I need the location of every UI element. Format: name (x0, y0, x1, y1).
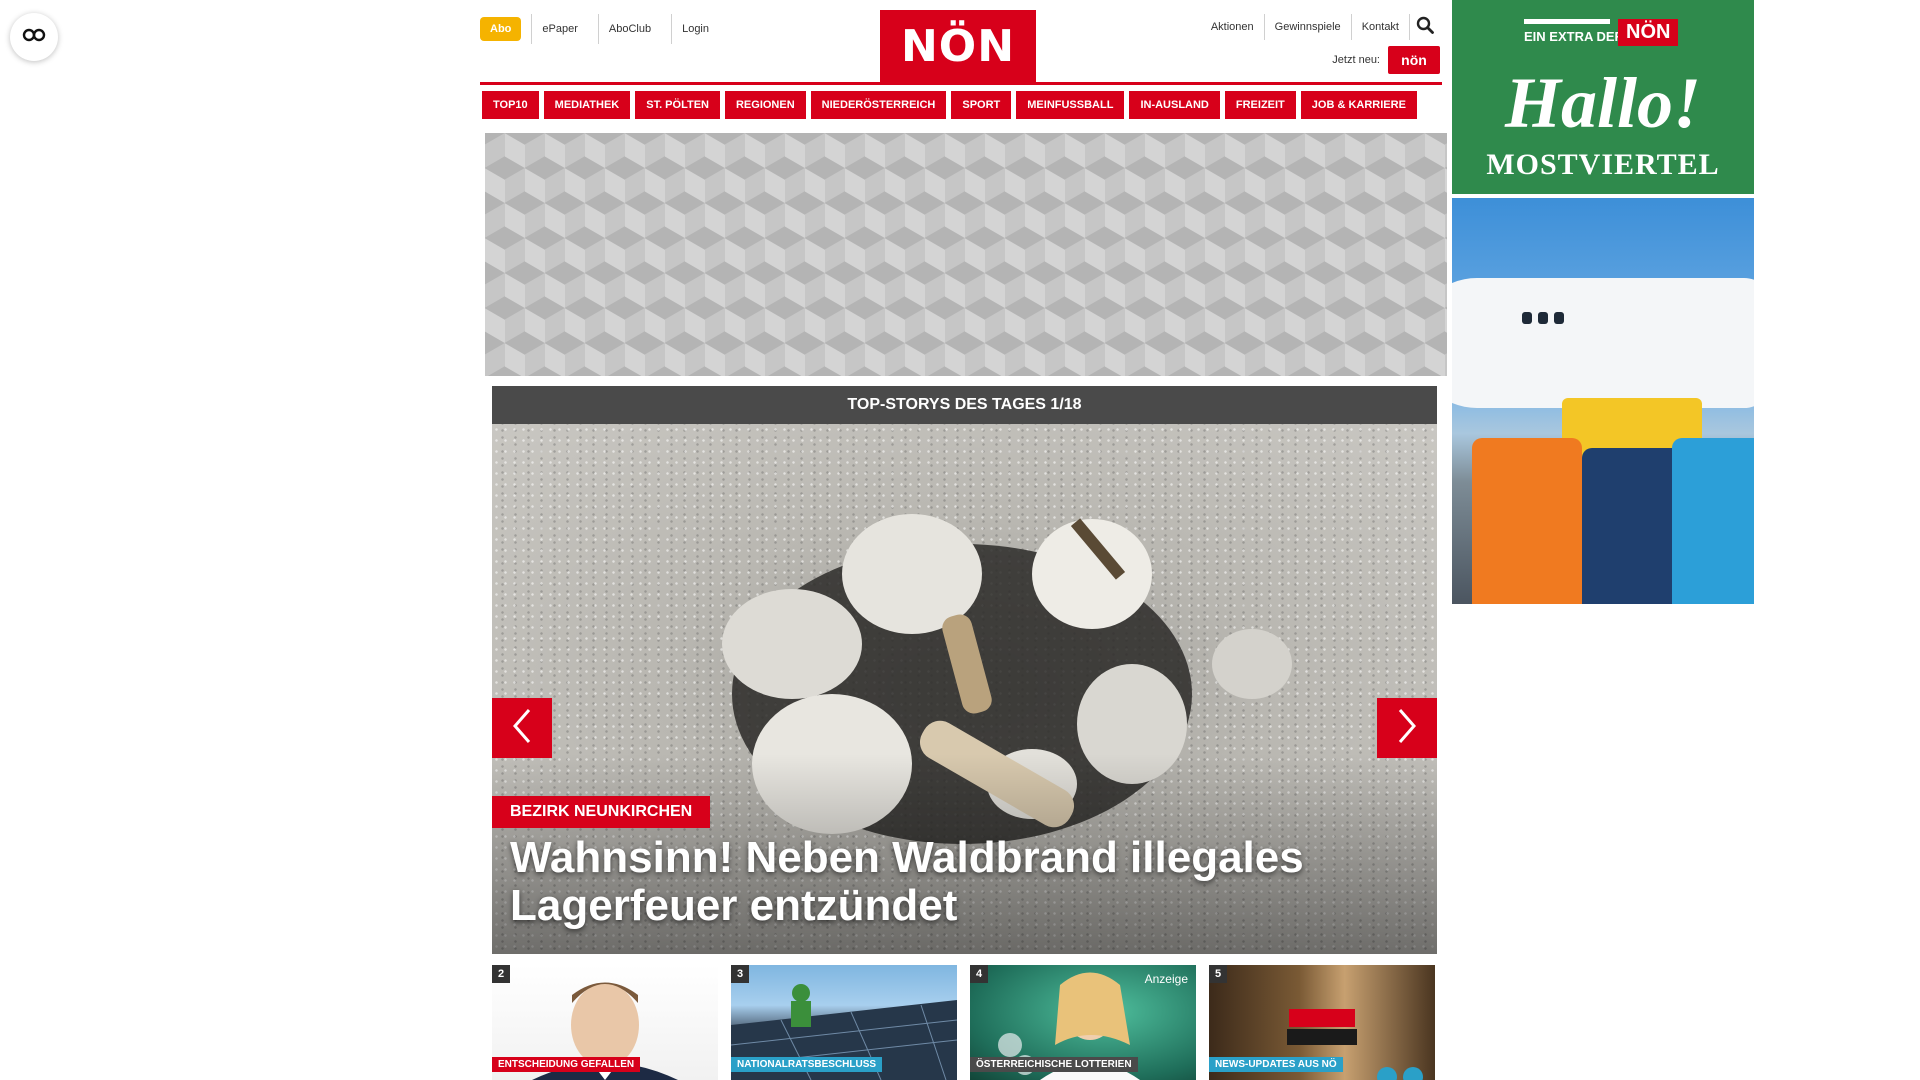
jetzt-neu: Jetzt neu: nön (1332, 46, 1440, 74)
top-stories-header: TOP-STORYS DES TAGES 1/18 (492, 386, 1437, 424)
search-button[interactable] (1410, 14, 1440, 40)
story-category-tag[interactable]: BEZIRK NEUNKIRCHEN (492, 796, 711, 828)
plane-window (1554, 312, 1564, 324)
sidebar-ad-airport[interactable] (1452, 198, 1754, 604)
thumbnail-number: 2 (492, 965, 510, 983)
nav-item-meinfussball[interactable]: MEINFUSSBALL (1016, 91, 1125, 119)
sidebar-ad-hallo-mostviertel[interactable]: EIN EXTRA DER NÖN Hallo! MOSTVIERTEL (1452, 0, 1754, 194)
search-icon (1416, 16, 1434, 39)
nav-item-sport[interactable]: SPORT (951, 91, 1012, 119)
thumbnail-tag: ÖSTERREICHISCHE LOTTERIEN (970, 1057, 1138, 1072)
thumbnail-tag: ENTSCHEIDUNG GEFALLEN (492, 1057, 641, 1072)
aktionen-link[interactable]: Aktionen (1201, 14, 1265, 40)
accessibility-button[interactable] (10, 13, 58, 61)
story-slide[interactable]: BEZIRK NEUNKIRCHEN Wahnsinn! Neben Waldb… (492, 424, 1437, 954)
nav-item-in-ausland[interactable]: IN-AUSLAND (1129, 91, 1220, 119)
nav-item-regionen[interactable]: REGIONEN (724, 91, 806, 119)
suitcase-blue (1672, 438, 1754, 604)
ad-extra-label: EIN EXTRA DER (1524, 29, 1624, 44)
ad-divider (1524, 19, 1610, 24)
nav-item-mediathek[interactable]: MEDIATHEK (543, 91, 631, 119)
chevron-right-icon (1396, 708, 1418, 749)
plane-window (1522, 312, 1532, 324)
story-thumbnail[interactable]: 4 Anzeige ÖSTERREICHISCHE LOTTERIEN (970, 965, 1196, 1080)
site-logo[interactable]: NÖN (880, 10, 1036, 82)
epaper-link[interactable]: ePaper (531, 14, 587, 44)
plane-window (1538, 312, 1548, 324)
gewinnspiele-link[interactable]: Gewinnspiele (1265, 14, 1352, 40)
suitcase-navy (1582, 448, 1682, 604)
story-thumbnail[interactable]: 3 NATIONALRATSBESCHLUSS (731, 965, 957, 1080)
ad-badge: Anzeige (1144, 972, 1188, 986)
nav-item-niederoesterreich[interactable]: NIEDERÖSTERREICH (810, 91, 947, 119)
story-thumbnail[interactable]: 5 NEWS-UPDATES AUS NÖ (1209, 965, 1435, 1080)
top-nav-left: Abo ePaper AboClub Login (480, 14, 719, 44)
story-thumbnail[interactable]: 2 ENTSCHEIDUNG GEFALLEN (492, 965, 718, 1080)
top-stories: TOP-STORYS DES TAGES 1/18 BEZIRK NEUNKIR… (492, 386, 1437, 954)
login-link[interactable]: Login (671, 14, 719, 44)
suitcase-orange (1472, 438, 1582, 604)
ad-banner[interactable] (485, 133, 1447, 376)
nav-item-job-karriere[interactable]: JOB & KARRIERE (1300, 91, 1417, 119)
aboclub-link[interactable]: AboClub (597, 14, 661, 44)
story-thumbnails: 2 ENTSCHEIDUNG GEFALLEN 3 NATIONALRATSBE… (492, 965, 1435, 1080)
ad-region-title: MOSTVIERTEL (1486, 148, 1720, 181)
site-header: Abo ePaper AboClub Login NÖN Aktionen Ge… (480, 0, 1442, 85)
abo-button[interactable]: Abo (480, 17, 522, 41)
ad-noen-logo: NÖN (1618, 19, 1679, 46)
ad-hallo-title: Hallo! (1504, 63, 1702, 143)
slider-prev-button[interactable] (492, 698, 552, 758)
thumbnail-number: 4 (970, 965, 988, 983)
main-nav: TOP10 MEDIATHEK ST. PÖLTEN REGIONEN NIED… (482, 91, 1417, 119)
nav-item-st-poelten[interactable]: ST. PÖLTEN (635, 91, 720, 119)
nav-item-top10[interactable]: TOP10 (482, 91, 539, 119)
slider-next-button[interactable] (1377, 698, 1437, 758)
thumbnail-number: 3 (731, 965, 749, 983)
mini-noen-logo[interactable]: nön (1388, 46, 1440, 74)
story-title[interactable]: Wahnsinn! Neben Waldbrand illegales Lage… (510, 834, 1390, 930)
jetzt-neu-label: Jetzt neu: (1332, 54, 1380, 66)
header-divider (480, 82, 1442, 85)
thumbnail-tag: NATIONALRATSBESCHLUSS (731, 1057, 883, 1072)
nav-item-freizeit[interactable]: FREIZEIT (1224, 91, 1296, 119)
thumbnail-number: 5 (1209, 965, 1227, 983)
kontakt-link[interactable]: Kontakt (1352, 14, 1410, 40)
top-nav-right: Aktionen Gewinnspiele Kontakt (1201, 14, 1440, 40)
thumbnail-tag: NEWS-UPDATES AUS NÖ (1209, 1057, 1343, 1072)
chevron-left-icon (511, 708, 533, 749)
ad-plane-image (1452, 278, 1754, 408)
accessibility-icon (21, 28, 47, 47)
